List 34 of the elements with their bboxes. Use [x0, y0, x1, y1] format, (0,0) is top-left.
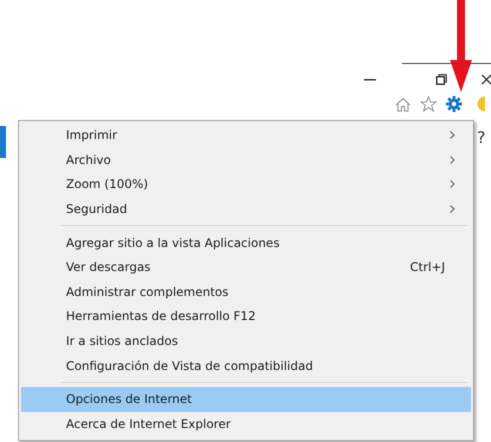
menu-item-label: Opciones de Internet	[66, 392, 193, 406]
menu-item[interactable]: Acerca de Internet Explorer	[21, 412, 471, 436]
arrow-icon	[450, 0, 472, 92]
menu-item-label: Ver descargas	[66, 260, 152, 274]
menu-item-label: Archivo	[66, 152, 112, 167]
shortcut-text: Ctrl+J	[410, 260, 445, 274]
menu-item-label: Herramientas de desarrollo F12	[66, 309, 257, 324]
menu-item[interactable]: Configuración de Vista de compatibilidad	[21, 353, 471, 378]
restore-icon[interactable]	[436, 74, 447, 85]
menu-item-label: Zoom (100%)	[66, 177, 150, 192]
page-tab-edge	[0, 126, 6, 158]
menu-item-label: Ir a sitios anclados	[66, 334, 179, 348]
menu-item-label: Administrar complementos	[66, 284, 230, 299]
menu-item[interactable]: Zoom (100%)	[21, 172, 471, 197]
star-icon[interactable]	[420, 96, 437, 112]
menu-item[interactable]: Archivo	[21, 148, 471, 172]
menu-item[interactable]: Seguridad	[21, 196, 471, 222]
menu-item-label: Seguridad	[66, 202, 128, 216]
menu-item[interactable]: Administrar complementos	[21, 280, 471, 304]
settings-icon[interactable]	[446, 96, 462, 112]
menu-item[interactable]: Herramientas de desarrollo F12	[21, 304, 471, 329]
menu-item-label: Acerca de Internet Explorer	[66, 416, 232, 431]
menu-item[interactable]: Agregar sitio a la vista Aplicaciones	[21, 230, 471, 255]
menu-item[interactable]: Opciones de Internet	[21, 386, 471, 412]
menu-item[interactable]: Ver descargas Ctrl+J	[21, 254, 471, 280]
menu-item[interactable]: Ir a sitios anclados	[21, 328, 471, 354]
help-glyph[interactable]: ?	[477, 128, 486, 147]
menu-item[interactable]: Imprimir	[21, 123, 471, 148]
minimize-icon[interactable]	[364, 78, 376, 80]
menu-item-label: Imprimir	[66, 128, 118, 142]
close-icon[interactable]	[481, 74, 491, 85]
menu-item-label: Configuración de Vista de compatibilidad	[66, 358, 314, 373]
menu-item-label: Agregar sitio a la vista Aplicaciones	[66, 236, 281, 250]
home-icon[interactable]	[395, 96, 411, 112]
